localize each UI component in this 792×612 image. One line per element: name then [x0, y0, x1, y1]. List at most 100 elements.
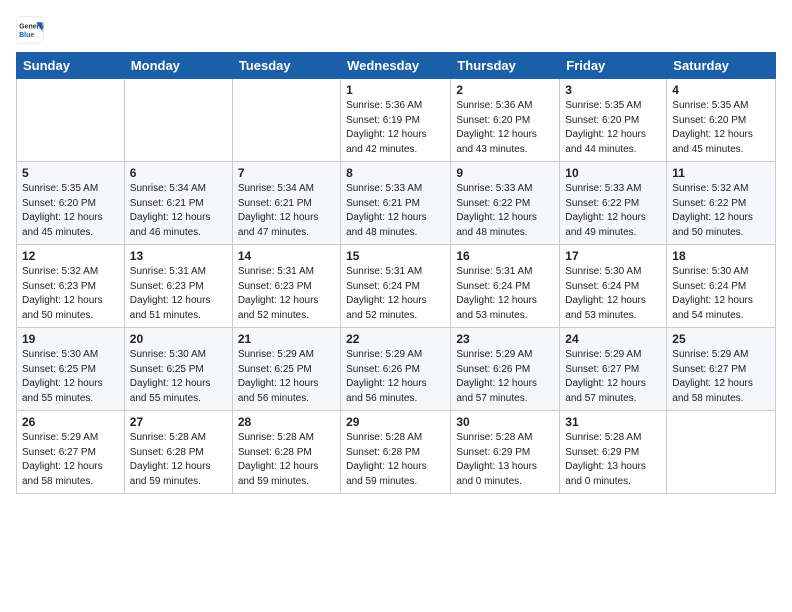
- day-cell-8: 8 Sunrise: 5:33 AM Sunset: 6:21 PM Daylig…: [341, 162, 451, 245]
- day-cell-14: 14 Sunrise: 5:31 AM Sunset: 6:23 PM Dayli…: [232, 245, 340, 328]
- empty-cell: [667, 411, 776, 494]
- day-number: 7: [238, 166, 335, 180]
- day-info: Sunrise: 5:30 AM Sunset: 6:24 PM Dayligh…: [565, 265, 661, 323]
- day-number: 17: [565, 249, 661, 263]
- weekday-header-thursday: Thursday: [451, 53, 560, 79]
- day-info: Sunrise: 5:31 AM Sunset: 6:23 PM Dayligh…: [238, 265, 335, 323]
- day-info: Sunrise: 5:28 AM Sunset: 6:29 PM Dayligh…: [456, 431, 554, 489]
- day-info: Sunrise: 5:28 AM Sunset: 6:29 PM Dayligh…: [565, 431, 661, 489]
- day-number: 24: [565, 332, 661, 346]
- day-number: 25: [672, 332, 770, 346]
- day-info: Sunrise: 5:28 AM Sunset: 6:28 PM Dayligh…: [238, 431, 335, 489]
- header: General Blue: [16, 16, 776, 44]
- day-number: 22: [346, 332, 445, 346]
- day-cell-29: 29Sunrise: 5:28 AM Sunset: 6:28 PM Dayli…: [341, 411, 451, 494]
- day-cell-2: 2 Sunrise: 5:36 AM Sunset: 6:20 PM Daylig…: [451, 79, 560, 162]
- day-cell-15: 15 Sunrise: 5:31 AM Sunset: 6:24 PM Dayli…: [341, 245, 451, 328]
- day-info: Sunrise: 5:32 AM Sunset: 6:22 PM Dayligh…: [672, 182, 770, 240]
- day-info: Sunrise: 5:32 AM Sunset: 6:23 PM Dayligh…: [22, 265, 119, 323]
- logo-icon: General Blue: [16, 16, 44, 44]
- page-container: General Blue SundayMondayTuesdayWednesda…: [16, 16, 776, 494]
- day-cell-21: 21 Sunrise: 5:29 AM Sunset: 6:25 PM Dayli…: [232, 328, 340, 411]
- week-row-5: 26 Sunrise: 5:29 AM Sunset: 6:27 PM Dayli…: [17, 411, 776, 494]
- day-info: Sunrise: 5:33 AM Sunset: 6:22 PM Dayligh…: [565, 182, 661, 240]
- day-number: 27: [130, 415, 227, 429]
- day-number: 13: [130, 249, 227, 263]
- svg-text:Blue: Blue: [19, 32, 34, 39]
- day-number: 30: [456, 415, 554, 429]
- day-number: 4: [672, 83, 770, 97]
- day-info: Sunrise: 5:28 AM Sunset: 6:28 PM Dayligh…: [346, 431, 445, 489]
- day-info: Sunrise: 5:29 AM Sunset: 6:25 PM Dayligh…: [238, 348, 335, 406]
- day-info: Sunrise: 5:30 AM Sunset: 6:25 PM Dayligh…: [130, 348, 227, 406]
- day-cell-3: 3Sunrise: 5:35 AM Sunset: 6:20 PM Daylig…: [560, 79, 667, 162]
- day-info: Sunrise: 5:33 AM Sunset: 6:21 PM Dayligh…: [346, 182, 445, 240]
- day-number: 10: [565, 166, 661, 180]
- day-number: 9: [456, 166, 554, 180]
- day-number: 20: [130, 332, 227, 346]
- day-cell-6: 6Sunrise: 5:34 AM Sunset: 6:21 PM Daylig…: [124, 162, 232, 245]
- day-number: 14: [238, 249, 335, 263]
- day-cell-22: 22Sunrise: 5:29 AM Sunset: 6:26 PM Dayli…: [341, 328, 451, 411]
- day-cell-16: 16Sunrise: 5:31 AM Sunset: 6:24 PM Dayli…: [451, 245, 560, 328]
- day-cell-17: 17 Sunrise: 5:30 AM Sunset: 6:24 PM Dayli…: [560, 245, 667, 328]
- day-number: 2: [456, 83, 554, 97]
- day-number: 18: [672, 249, 770, 263]
- day-cell-13: 13Sunrise: 5:31 AM Sunset: 6:23 PM Dayli…: [124, 245, 232, 328]
- day-cell-31: 31Sunrise: 5:28 AM Sunset: 6:29 PM Dayli…: [560, 411, 667, 494]
- day-cell-7: 7 Sunrise: 5:34 AM Sunset: 6:21 PM Daylig…: [232, 162, 340, 245]
- day-info: Sunrise: 5:29 AM Sunset: 6:27 PM Dayligh…: [22, 431, 119, 489]
- day-info: Sunrise: 5:36 AM Sunset: 6:19 PM Dayligh…: [346, 99, 445, 157]
- day-info: Sunrise: 5:33 AM Sunset: 6:22 PM Dayligh…: [456, 182, 554, 240]
- day-info: Sunrise: 5:30 AM Sunset: 6:24 PM Dayligh…: [672, 265, 770, 323]
- day-cell-1: 1 Sunrise: 5:36 AM Sunset: 6:19 PM Daylig…: [341, 79, 451, 162]
- day-number: 26: [22, 415, 119, 429]
- day-cell-28: 28 Sunrise: 5:28 AM Sunset: 6:28 PM Dayli…: [232, 411, 340, 494]
- day-info: Sunrise: 5:29 AM Sunset: 6:27 PM Dayligh…: [565, 348, 661, 406]
- day-cell-23: 23Sunrise: 5:29 AM Sunset: 6:26 PM Dayli…: [451, 328, 560, 411]
- day-cell-19: 19Sunrise: 5:30 AM Sunset: 6:25 PM Dayli…: [17, 328, 125, 411]
- day-info: Sunrise: 5:31 AM Sunset: 6:24 PM Dayligh…: [346, 265, 445, 323]
- calendar-table: SundayMondayTuesdayWednesdayThursdayFrid…: [16, 52, 776, 494]
- day-number: 5: [22, 166, 119, 180]
- day-cell-25: 25 Sunrise: 5:29 AM Sunset: 6:27 PM Dayli…: [667, 328, 776, 411]
- day-cell-30: 30 Sunrise: 5:28 AM Sunset: 6:29 PM Dayli…: [451, 411, 560, 494]
- day-cell-9: 9 Sunrise: 5:33 AM Sunset: 6:22 PM Daylig…: [451, 162, 560, 245]
- day-number: 8: [346, 166, 445, 180]
- weekday-header-saturday: Saturday: [667, 53, 776, 79]
- day-info: Sunrise: 5:29 AM Sunset: 6:27 PM Dayligh…: [672, 348, 770, 406]
- day-info: Sunrise: 5:34 AM Sunset: 6:21 PM Dayligh…: [238, 182, 335, 240]
- day-info: Sunrise: 5:36 AM Sunset: 6:20 PM Dayligh…: [456, 99, 554, 157]
- day-info: Sunrise: 5:35 AM Sunset: 6:20 PM Dayligh…: [22, 182, 119, 240]
- day-cell-20: 20 Sunrise: 5:30 AM Sunset: 6:25 PM Dayli…: [124, 328, 232, 411]
- week-row-4: 19Sunrise: 5:30 AM Sunset: 6:25 PM Dayli…: [17, 328, 776, 411]
- week-row-3: 12 Sunrise: 5:32 AM Sunset: 6:23 PM Dayli…: [17, 245, 776, 328]
- day-info: Sunrise: 5:30 AM Sunset: 6:25 PM Dayligh…: [22, 348, 119, 406]
- day-cell-24: 24 Sunrise: 5:29 AM Sunset: 6:27 PM Dayli…: [560, 328, 667, 411]
- weekday-header-wednesday: Wednesday: [341, 53, 451, 79]
- day-cell-12: 12 Sunrise: 5:32 AM Sunset: 6:23 PM Dayli…: [17, 245, 125, 328]
- day-number: 23: [456, 332, 554, 346]
- weekday-header-row: SundayMondayTuesdayWednesdayThursdayFrid…: [17, 53, 776, 79]
- weekday-header-sunday: Sunday: [17, 53, 125, 79]
- day-cell-10: 10 Sunrise: 5:33 AM Sunset: 6:22 PM Dayli…: [560, 162, 667, 245]
- day-cell-5: 5 Sunrise: 5:35 AM Sunset: 6:20 PM Daylig…: [17, 162, 125, 245]
- weekday-header-friday: Friday: [560, 53, 667, 79]
- day-cell-4: 4 Sunrise: 5:35 AM Sunset: 6:20 PM Daylig…: [667, 79, 776, 162]
- day-cell-26: 26 Sunrise: 5:29 AM Sunset: 6:27 PM Dayli…: [17, 411, 125, 494]
- empty-cell: [232, 79, 340, 162]
- weekday-header-tuesday: Tuesday: [232, 53, 340, 79]
- empty-cell: [124, 79, 232, 162]
- logo: General Blue: [16, 16, 44, 44]
- day-number: 1: [346, 83, 445, 97]
- week-row-1: 1 Sunrise: 5:36 AM Sunset: 6:19 PM Daylig…: [17, 79, 776, 162]
- day-cell-27: 27Sunrise: 5:28 AM Sunset: 6:28 PM Dayli…: [124, 411, 232, 494]
- day-number: 28: [238, 415, 335, 429]
- weekday-header-monday: Monday: [124, 53, 232, 79]
- day-number: 3: [565, 83, 661, 97]
- day-number: 6: [130, 166, 227, 180]
- day-number: 15: [346, 249, 445, 263]
- day-number: 12: [22, 249, 119, 263]
- day-info: Sunrise: 5:35 AM Sunset: 6:20 PM Dayligh…: [672, 99, 770, 157]
- day-number: 21: [238, 332, 335, 346]
